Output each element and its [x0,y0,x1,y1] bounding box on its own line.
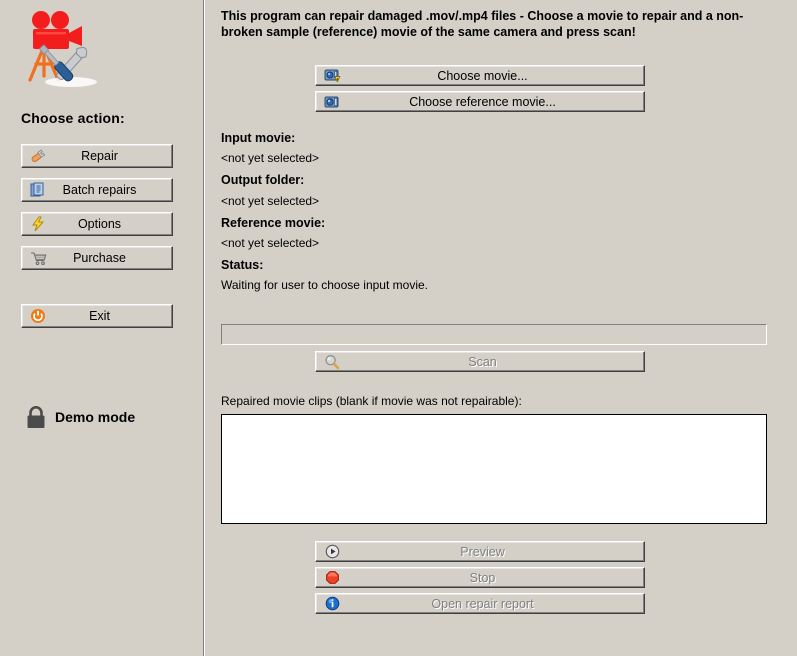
padlock-icon [25,405,47,429]
camera-icon [321,93,343,111]
purchase-button[interactable]: Purchase [21,246,173,270]
power-icon [27,307,49,325]
open-repair-report-button[interactable]: Open repair report [315,593,645,614]
application-window: Choose action: Repair Batch repairs Opti… [0,0,797,656]
output-folder-label: Output folder: [221,173,305,187]
scan-button-label: Scan [468,354,497,369]
choose-movie-button[interactable]: Choose movie... [315,65,645,86]
sidebar: Choose action: Repair Batch repairs Opti… [0,0,205,656]
reference-movie-label: Reference movie: [221,216,326,230]
movie-camera-repair-icon [16,6,104,94]
repaired-clips-list[interactable] [221,414,767,524]
magnifier-icon [321,353,343,371]
stop-octagon-icon [321,569,343,587]
status-label: Status: [221,258,264,272]
options-button-label: Options [77,217,122,231]
shopping-cart-icon [27,249,49,267]
input-movie-label: Input movie: [221,131,296,145]
options-button[interactable]: Options [21,212,173,236]
lightning-bolt-icon [27,215,49,233]
choose-reference-movie-button[interactable]: Choose reference movie... [315,91,645,112]
preview-button[interactable]: Preview [315,541,645,562]
batch-repairs-button-label: Batch repairs [62,183,137,197]
choose-reference-movie-button-label: Choose reference movie... [409,94,556,109]
choose-action-heading: Choose action: [21,110,125,126]
scan-button[interactable]: Scan [315,351,645,372]
input-movie-value: <not yet selected> [221,151,320,165]
info-circle-icon [321,595,343,613]
documents-stack-icon [27,181,49,199]
demo-mode-label: Demo mode [55,409,136,425]
play-circle-icon [321,543,343,561]
demo-mode-status: Demo mode [25,405,135,429]
preview-button-label: Preview [460,544,505,559]
purchase-button-label: Purchase [73,251,126,265]
exit-button[interactable]: Exit [21,304,173,328]
repair-button[interactable]: Repair [21,144,173,168]
status-value: Waiting for user to choose input movie. [221,278,428,292]
intro-text: This program can repair damaged .mov/.mp… [221,9,744,39]
batch-repairs-button[interactable]: Batch repairs [21,178,173,202]
exit-button-label: Exit [89,309,110,323]
wrench-icon [27,147,49,165]
reference-movie-value: <not yet selected> [221,236,320,250]
repair-button-label: Repair [81,149,118,163]
output-folder-value: <not yet selected> [221,194,320,208]
main-panel: This program can repair damaged .mov/.mp… [204,0,797,656]
stop-button-label: Stop [469,570,496,585]
scan-progress-bar [221,324,767,345]
choose-movie-button-label: Choose movie... [437,68,528,83]
open-repair-report-button-label: Open repair report [431,596,534,611]
stop-button[interactable]: Stop [315,567,645,588]
repaired-clips-label: Repaired movie clips (blank if movie was… [221,394,522,408]
camera-warning-icon [321,67,343,85]
